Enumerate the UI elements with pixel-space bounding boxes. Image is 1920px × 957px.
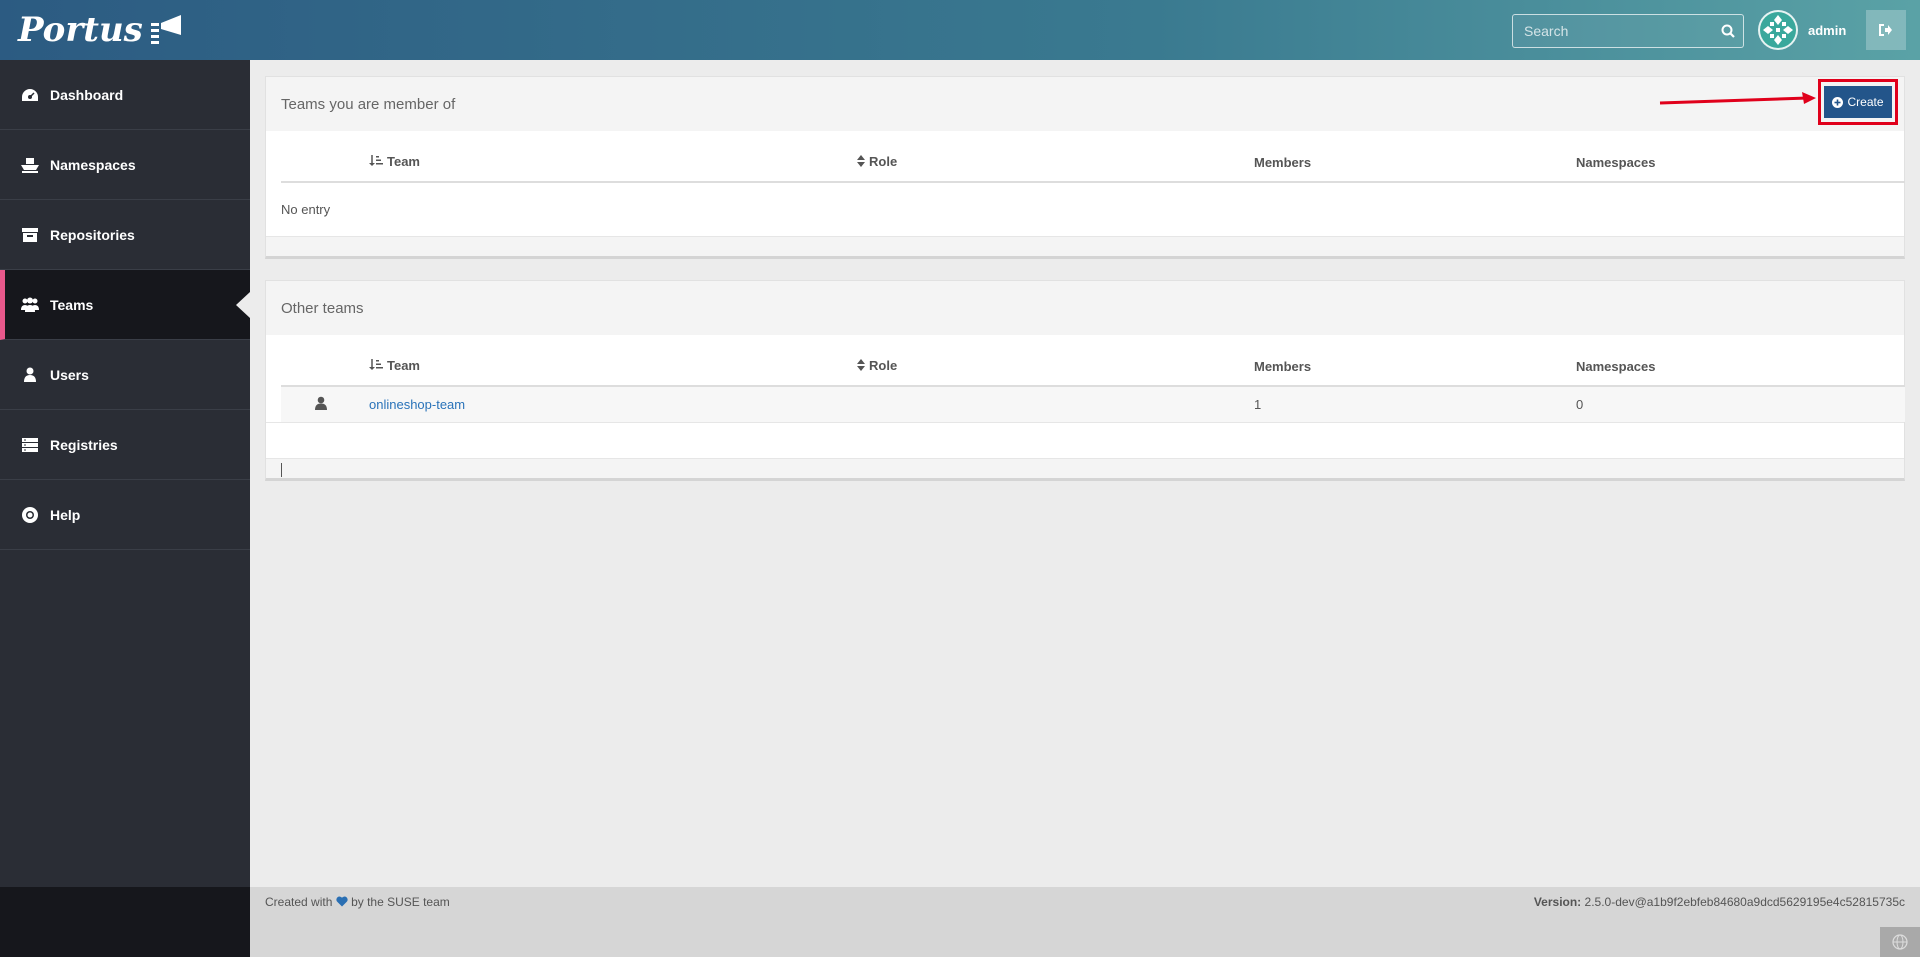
search-box[interactable] <box>1512 14 1744 48</box>
brand-name: Portus <box>18 10 143 50</box>
top-header: Portus Search admin <box>0 0 1920 60</box>
column-header-members: Members <box>1254 131 1576 183</box>
empty-text: No entry <box>281 202 331 217</box>
panel-footer <box>266 236 1904 256</box>
annotation-arrow-icon <box>1659 92 1816 105</box>
sort-alpha-icon <box>369 154 383 170</box>
avatar <box>1758 10 1798 50</box>
team-members-cell: 1 <box>1254 397 1262 412</box>
team-link[interactable]: onlineshop-team <box>369 397 465 412</box>
column-header-members: Members <box>1254 335 1576 387</box>
team-namespaces-cell: 0 <box>1576 397 1584 412</box>
user-name: admin <box>1808 22 1847 38</box>
search-icon[interactable] <box>1713 24 1743 38</box>
sidebar-item-label: Users <box>50 366 89 383</box>
dashboard-icon <box>20 85 40 105</box>
sidebar-item-repositories[interactable]: Repositories <box>0 200 250 270</box>
column-header-role[interactable]: Role <box>857 335 1254 387</box>
column-header-team[interactable]: Team <box>369 335 857 387</box>
member-teams-header: Teams you are member of Create <box>266 77 1904 131</box>
table-row: onlineshop-team 1 0 <box>281 386 1905 422</box>
user-menu[interactable]: admin <box>1758 10 1846 50</box>
footer-credits: Created with by the SUSE team <box>265 895 450 909</box>
sidebar-item-label: Namespaces <box>50 156 136 173</box>
help-icon <box>20 505 40 525</box>
globe-corner[interactable] <box>1880 927 1920 957</box>
other-teams-table: Team Role Members Namespaces onlineshop-… <box>281 335 1905 422</box>
page-footer: Created with by the SUSE team Version: 2… <box>250 887 1920 957</box>
panel-title: Teams you are member of <box>281 95 456 113</box>
member-teams-table: Team Role Members Namespaces No entry <box>281 131 1905 236</box>
create-label: Create <box>1847 95 1884 109</box>
create-team-button[interactable]: Create <box>1824 86 1892 118</box>
logout-button[interactable] <box>1866 10 1906 50</box>
repositories-icon <box>20 225 40 245</box>
column-header-role[interactable]: Role <box>857 131 1254 183</box>
sign-out-icon <box>1879 24 1892 36</box>
sidebar-item-users[interactable]: Users <box>0 340 250 410</box>
column-header-namespaces: Namespaces <box>1576 131 1905 183</box>
other-teams-panel: Other teams Team Role Members Namespaces <box>265 280 1905 481</box>
panel-footer <box>266 458 1904 478</box>
sort-icon <box>857 359 865 374</box>
team-name-cell: onlineshop-team <box>369 386 857 422</box>
sidebar-item-namespaces[interactable]: Namespaces <box>0 130 250 200</box>
sidebar-footer <box>0 887 250 957</box>
panel-title: Other teams <box>281 299 364 317</box>
sidebar-item-label: Help <box>50 506 81 523</box>
text-cursor <box>281 463 282 477</box>
sidebar-item-label: Dashboard <box>50 86 124 103</box>
sidebar: Dashboard Namespaces Repositories Teams … <box>0 60 250 887</box>
portus-logo[interactable]: Portus <box>18 8 183 52</box>
other-teams-header: Other teams <box>266 281 1904 335</box>
sort-icon <box>857 155 865 170</box>
column-header-namespaces: Namespaces <box>1576 335 1905 387</box>
sidebar-item-label: Registries <box>50 436 118 453</box>
lighthouse-icon <box>150 15 181 44</box>
users-icon <box>20 365 40 385</box>
teams-icon <box>20 295 40 315</box>
empty-row: No entry <box>281 182 1905 236</box>
heart-icon <box>336 896 348 907</box>
sidebar-item-label: Repositories <box>50 226 135 243</box>
member-teams-panel: Teams you are member of Create Team Role… <box>265 76 1905 259</box>
search-input[interactable] <box>1513 15 1713 47</box>
panel-body-spacer <box>266 422 1904 458</box>
column-header-team[interactable]: Team <box>369 131 857 183</box>
namespaces-icon <box>20 155 40 175</box>
plus-circle-icon <box>1832 96 1844 108</box>
sort-alpha-icon <box>369 358 383 374</box>
team-type-cell <box>281 386 369 422</box>
user-icon <box>315 396 327 410</box>
sidebar-item-registries[interactable]: Registries <box>0 410 250 480</box>
sidebar-item-help[interactable]: Help <box>0 480 250 550</box>
registries-icon <box>20 435 40 455</box>
sidebar-item-label: Teams <box>50 296 94 313</box>
team-role-cell <box>857 386 1254 422</box>
create-highlight: Create <box>1818 79 1898 125</box>
globe-icon <box>1892 934 1908 950</box>
footer-version: Version: 2.5.0-dev@a1b9f2ebfeb84680a9dcd… <box>1533 895 1905 909</box>
sidebar-item-teams[interactable]: Teams <box>0 270 250 340</box>
sidebar-item-dashboard[interactable]: Dashboard <box>0 60 250 130</box>
